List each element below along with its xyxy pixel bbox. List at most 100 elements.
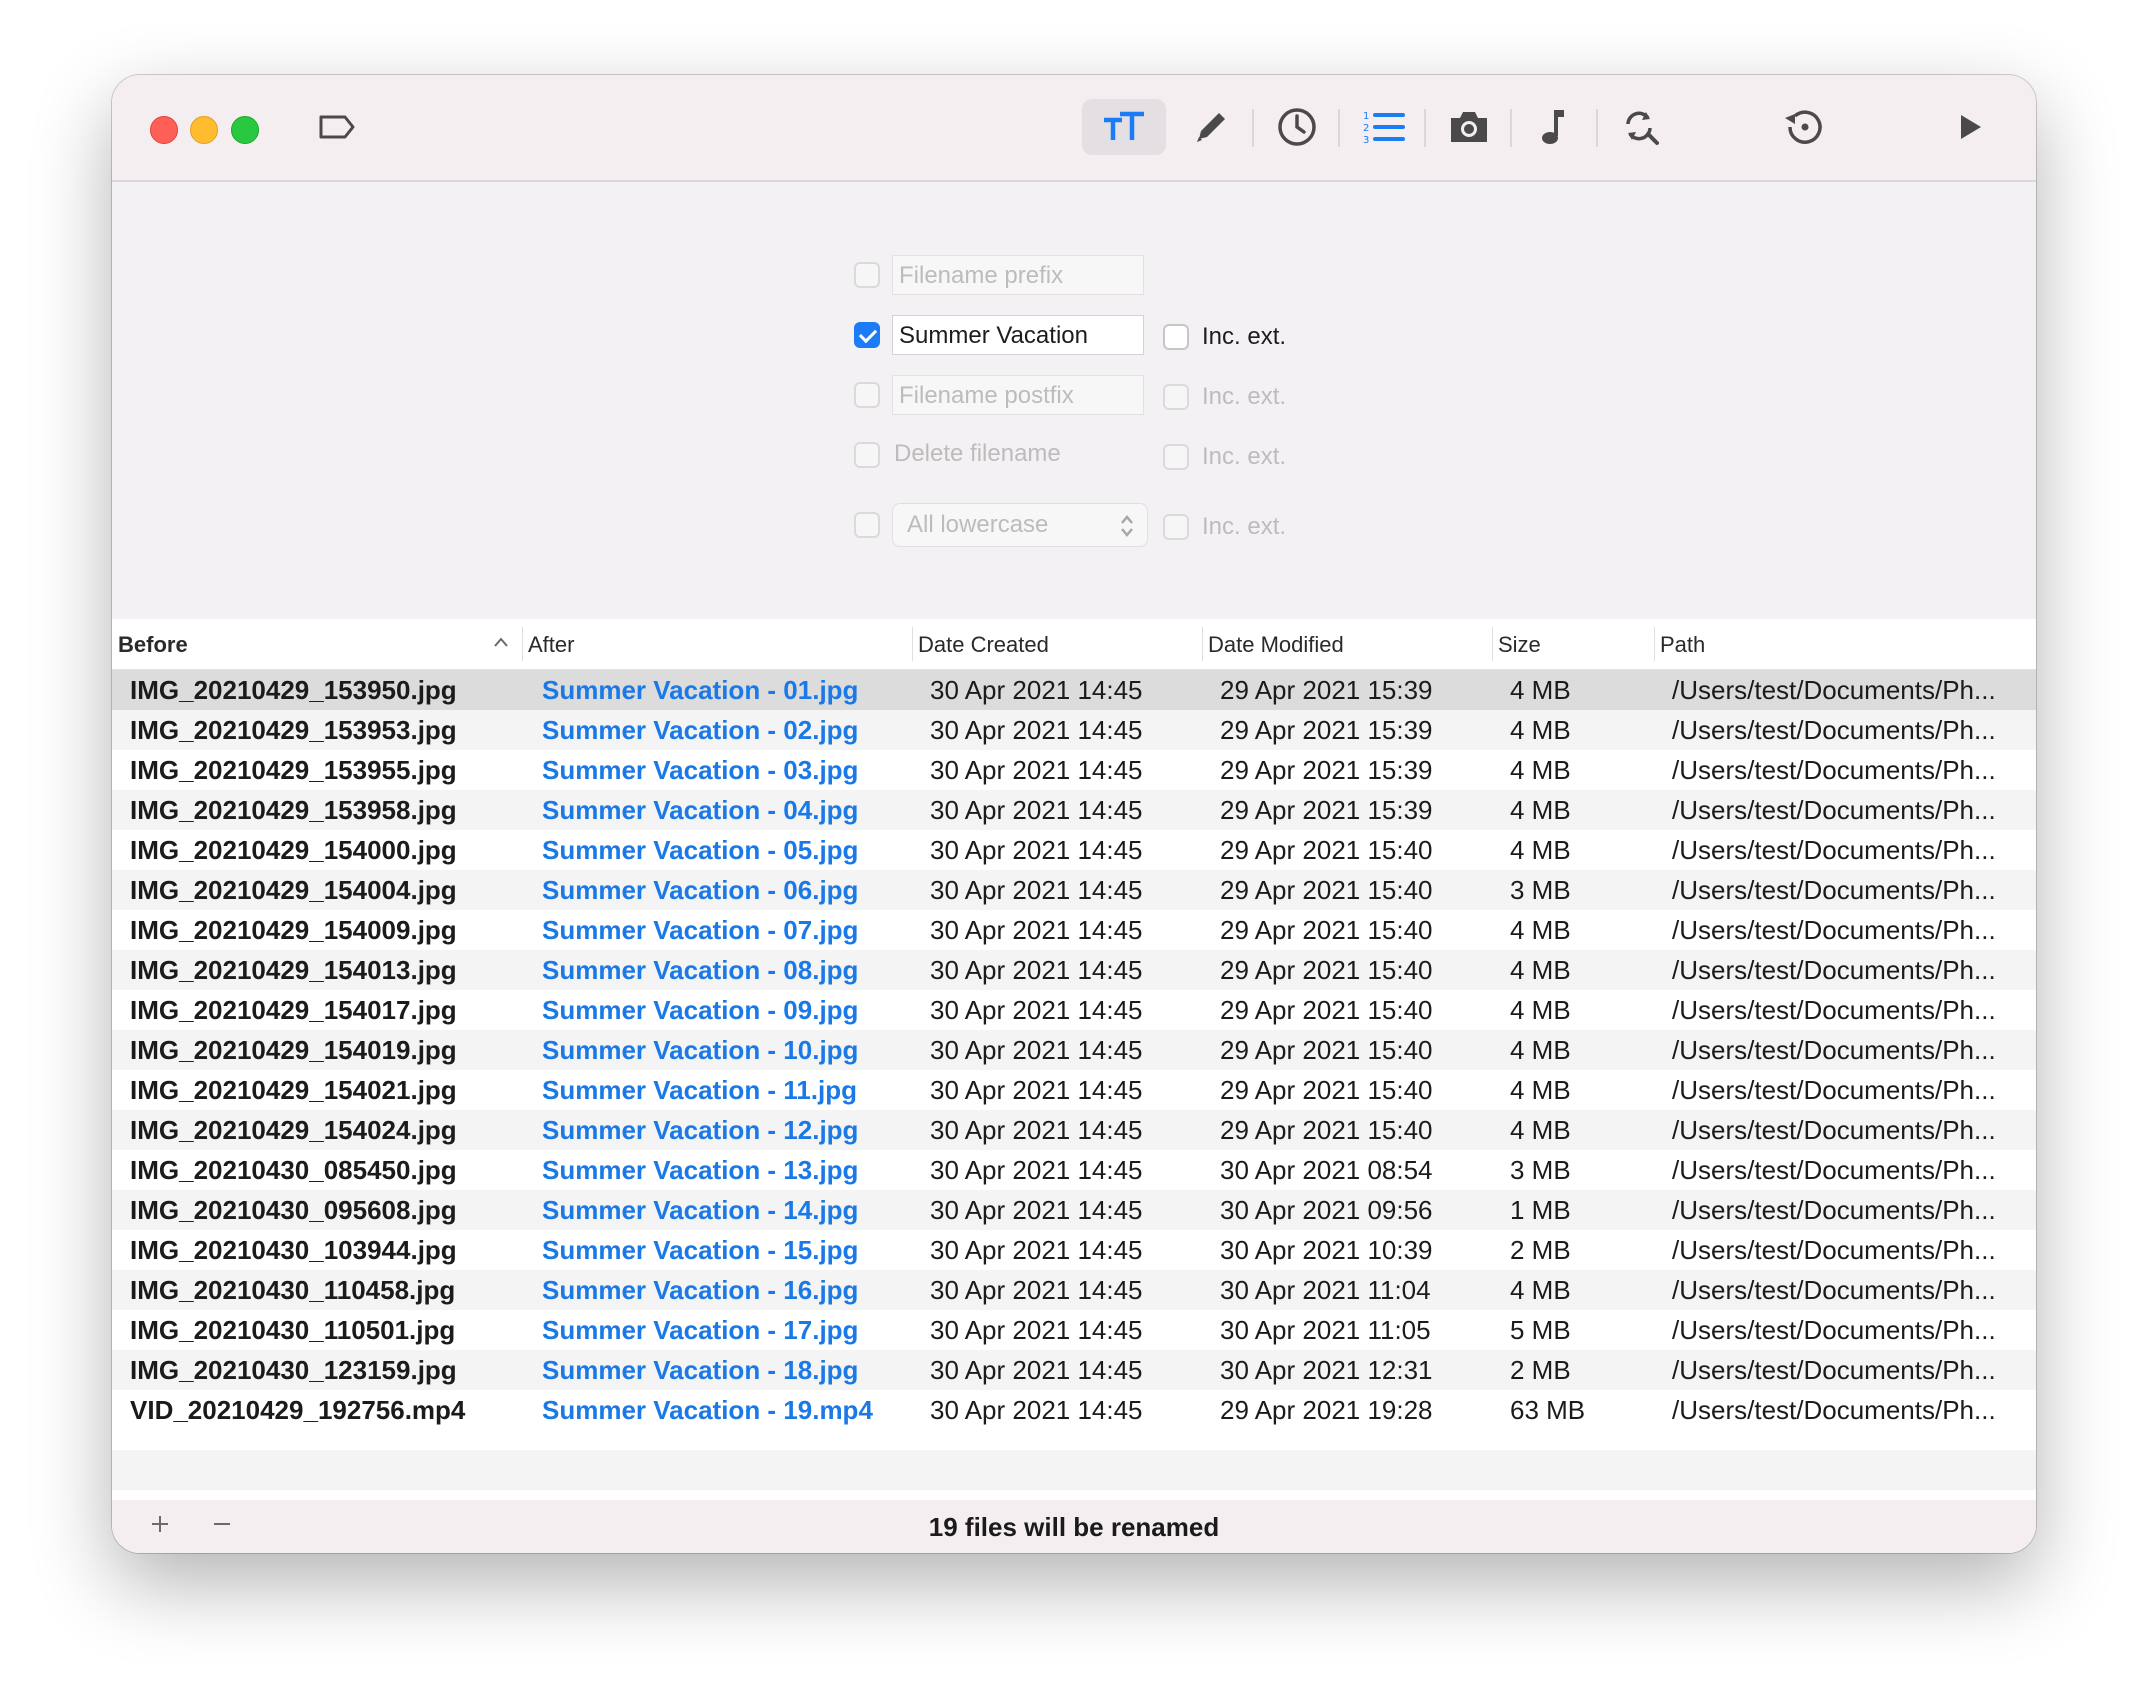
toolbar-separator — [1252, 109, 1254, 147]
svg-text:3: 3 — [1363, 135, 1369, 146]
date-created-cell: 30 Apr 2021 14:45 — [930, 715, 1143, 745]
table-row[interactable]: IMG_20210429_154004.jpg Summer Vacation -… — [112, 870, 2036, 910]
size-cell: 4 MB — [1510, 835, 1571, 865]
table-row[interactable]: IMG_20210430_103944.jpg Summer Vacation -… — [112, 1230, 2036, 1270]
prefix-field[interactable]: Filename prefix — [892, 255, 1144, 295]
postfix-inc-ext-checkbox[interactable] — [1163, 384, 1189, 410]
zoom-window-button[interactable] — [231, 116, 259, 144]
after-cell: Summer Vacation - 16.jpg — [542, 1275, 859, 1305]
table-row[interactable]: IMG_20210429_153953.jpg Summer Vacation -… — [112, 710, 2036, 750]
before-cell: IMG_20210430_085450.jpg — [130, 1155, 457, 1185]
before-cell: IMG_20210429_154021.jpg — [130, 1075, 457, 1105]
after-cell: Summer Vacation - 04.jpg — [542, 795, 859, 825]
table-row[interactable]: IMG_20210430_110458.jpg Summer Vacation -… — [112, 1270, 2036, 1310]
before-cell: IMG_20210430_110458.jpg — [130, 1275, 456, 1305]
column-header-before[interactable]: Before — [118, 633, 188, 657]
table-row[interactable]: IMG_20210430_110501.jpg Summer Vacation -… — [112, 1310, 2036, 1350]
date-created-cell: 30 Apr 2021 14:45 — [930, 1315, 1143, 1345]
clock-icon — [1276, 106, 1318, 148]
case-checkbox[interactable] — [854, 512, 880, 538]
size-cell: 4 MB — [1510, 795, 1571, 825]
before-cell: IMG_20210430_095608.jpg — [130, 1195, 457, 1225]
date-created-cell: 30 Apr 2021 14:45 — [930, 1355, 1143, 1385]
music-note-icon — [1538, 106, 1572, 148]
new-name-checkbox[interactable] — [854, 322, 880, 348]
date-modified-cell: 29 Apr 2021 19:28 — [1220, 1395, 1433, 1425]
path-cell: /Users/test/Documents/Ph... — [1672, 1075, 1996, 1105]
postfix-field[interactable]: Filename postfix — [892, 375, 1144, 415]
table-row[interactable]: IMG_20210429_154009.jpg Summer Vacation -… — [112, 910, 2036, 950]
date-modified-cell: 29 Apr 2021 15:40 — [1220, 1035, 1433, 1065]
rename-run-button[interactable] — [1942, 99, 1998, 155]
new-name-field[interactable]: Summer Vacation — [892, 315, 1144, 355]
path-cell: /Users/test/Documents/Ph... — [1672, 1235, 1996, 1265]
minimize-window-button[interactable] — [190, 116, 218, 144]
new-name-inc-ext-checkbox[interactable] — [1163, 324, 1189, 350]
replace-text-button[interactable] — [1183, 99, 1239, 155]
table-row[interactable]: IMG_20210429_154024.jpg Summer Vacation -… — [112, 1110, 2036, 1150]
undo-rename-button[interactable] — [1775, 99, 1831, 155]
date-modified-cell: 30 Apr 2021 10:39 — [1220, 1235, 1433, 1265]
table-row[interactable]: VID_20210429_192756.mp4 Summer Vacation -… — [112, 1390, 2036, 1430]
table-row[interactable]: IMG_20210429_153958.jpg Summer Vacation -… — [112, 790, 2036, 830]
table-row[interactable]: IMG_20210429_153950.jpg Summer Vacation -… — [112, 670, 2036, 710]
size-cell: 3 MB — [1510, 875, 1571, 905]
title-bar: 1 2 3 — [112, 75, 2036, 182]
exif-button[interactable] — [1441, 99, 1497, 155]
postfix-checkbox[interactable] — [854, 382, 880, 408]
delete-filename-checkbox[interactable] — [854, 442, 880, 468]
table-row[interactable]: IMG_20210429_154019.jpg Summer Vacation -… — [112, 1030, 2036, 1070]
size-cell: 4 MB — [1510, 1075, 1571, 1105]
column-divider — [1492, 627, 1493, 661]
table-row[interactable]: IMG_20210429_154000.jpg Summer Vacation -… — [112, 830, 2036, 870]
table-header: Before After Date Created Date Modified … — [112, 619, 2036, 670]
case-select[interactable]: All lowercase — [892, 503, 1148, 547]
after-cell: Summer Vacation - 10.jpg — [542, 1035, 859, 1065]
before-cell: IMG_20210429_154024.jpg — [130, 1115, 457, 1145]
before-cell: IMG_20210429_154017.jpg — [130, 995, 457, 1025]
delete-inc-ext-checkbox[interactable] — [1163, 444, 1189, 470]
find-replace-button[interactable] — [1613, 99, 1669, 155]
date-modified-cell: 29 Apr 2021 15:40 — [1220, 915, 1433, 945]
bottom-bar: 19 files will be renamed — [112, 1500, 2036, 1553]
date-created-cell: 30 Apr 2021 14:45 — [930, 755, 1143, 785]
date-button[interactable] — [1269, 99, 1325, 155]
after-cell: Summer Vacation - 19.mp4 — [542, 1395, 873, 1425]
size-cell: 4 MB — [1510, 995, 1571, 1025]
date-created-cell: 30 Apr 2021 14:45 — [930, 1195, 1143, 1225]
table-row[interactable]: IMG_20210429_154017.jpg Summer Vacation -… — [112, 990, 2036, 1030]
column-divider — [522, 627, 523, 661]
table-row[interactable]: IMG_20210429_154021.jpg Summer Vacation -… — [112, 1070, 2036, 1110]
date-modified-cell: 29 Apr 2021 15:40 — [1220, 1115, 1433, 1145]
after-cell: Summer Vacation - 03.jpg — [542, 755, 859, 785]
size-cell: 1 MB — [1510, 1195, 1571, 1225]
tag-button[interactable] — [312, 99, 362, 155]
case-inc-ext-checkbox[interactable] — [1163, 514, 1189, 540]
table-row[interactable]: IMG_20210429_154013.jpg Summer Vacation -… — [112, 950, 2036, 990]
text-case-button[interactable] — [1082, 99, 1166, 155]
after-cell: Summer Vacation - 02.jpg — [542, 715, 859, 745]
path-cell: /Users/test/Documents/Ph... — [1672, 1155, 1996, 1185]
date-created-cell: 30 Apr 2021 14:45 — [930, 675, 1143, 705]
date-modified-cell: 29 Apr 2021 15:39 — [1220, 755, 1433, 785]
column-header-path[interactable]: Path — [1660, 633, 1705, 657]
column-header-after[interactable]: After — [528, 633, 574, 657]
close-window-button[interactable] — [150, 116, 178, 144]
inc-ext-label: Inc. ext. — [1202, 513, 1287, 540]
date-created-cell: 30 Apr 2021 14:45 — [930, 1035, 1143, 1065]
prefix-checkbox[interactable] — [854, 262, 880, 288]
date-modified-cell: 29 Apr 2021 15:40 — [1220, 1075, 1433, 1105]
table-row[interactable]: IMG_20210430_123159.jpg Summer Vacation -… — [112, 1350, 2036, 1390]
table-row[interactable]: IMG_20210429_153955.jpg Summer Vacation -… — [112, 750, 2036, 790]
before-cell: IMG_20210430_110501.jpg — [130, 1315, 456, 1345]
after-cell: Summer Vacation - 05.jpg — [542, 835, 859, 865]
table-row[interactable]: IMG_20210430_085450.jpg Summer Vacation -… — [112, 1150, 2036, 1190]
path-cell: /Users/test/Documents/Ph... — [1672, 795, 1996, 825]
column-header-date-created[interactable]: Date Created — [918, 633, 1049, 657]
table-row[interactable]: IMG_20210430_095608.jpg Summer Vacation -… — [112, 1190, 2036, 1230]
column-header-date-modified[interactable]: Date Modified — [1208, 633, 1344, 657]
numbering-button[interactable]: 1 2 3 — [1355, 99, 1411, 155]
column-header-size[interactable]: Size — [1498, 633, 1541, 657]
audio-tags-button[interactable] — [1527, 99, 1583, 155]
size-cell: 4 MB — [1510, 755, 1571, 785]
